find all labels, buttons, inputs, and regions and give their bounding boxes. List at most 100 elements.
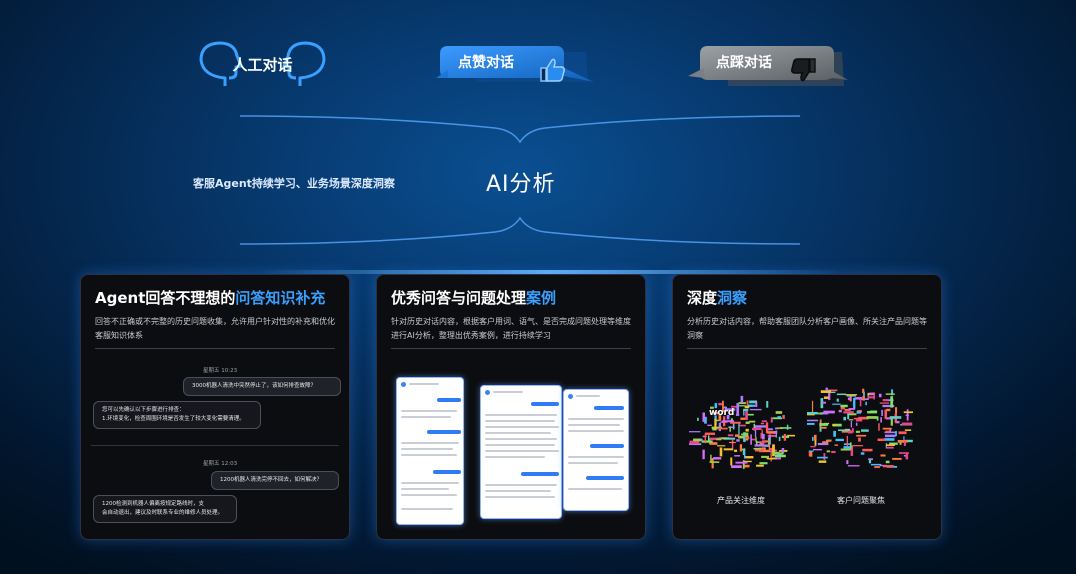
word-cloud-term	[836, 398, 839, 402]
word-cloud-term	[707, 435, 710, 442]
word-cloud-term	[808, 451, 811, 457]
word-cloud-term	[843, 446, 851, 449]
word-cloud-term	[897, 439, 908, 443]
word-cloud-term	[838, 429, 850, 432]
word-cloud-term	[753, 447, 762, 450]
word-cloud-term	[704, 434, 706, 444]
word-cloud-term	[847, 397, 852, 401]
word-cloud-term	[884, 409, 887, 419]
card-divider	[391, 348, 631, 349]
card-description: 针对历史对话内容，根据客户用词、语气、是否完成问题处理等维度进行AI分析，整理出…	[391, 317, 631, 340]
word-cloud-term	[761, 429, 763, 434]
card-description: 分析历史对话内容，帮助客服团队分析客户画像、所关注产品问题等洞察	[687, 317, 927, 340]
word-cloud-term	[722, 420, 735, 423]
word-cloud-term	[787, 434, 795, 437]
word-cloud-term	[856, 411, 861, 414]
word-cloud-term	[890, 396, 894, 408]
word-cloud-term	[817, 456, 828, 459]
ai-analysis-title: AI分析	[486, 172, 556, 197]
word-cloud-term	[710, 454, 712, 463]
word-cloud-term	[835, 438, 844, 442]
card-title-highlight: 案例	[526, 289, 557, 307]
word-cloud-term	[838, 409, 842, 413]
word-cloud-term	[746, 400, 749, 405]
word-cloud-term	[813, 434, 817, 441]
word-cloud-term	[716, 438, 722, 441]
word-cloud-term	[745, 421, 750, 425]
word-cloud-term	[822, 411, 829, 415]
word-cloud-term	[812, 436, 814, 441]
word-cloud-term	[905, 414, 909, 416]
word-cloud-term	[821, 401, 826, 404]
word-cloud-term	[811, 400, 814, 413]
word-cloud-term	[884, 438, 895, 441]
word-cloud-term	[885, 460, 890, 464]
word-cloud-term	[881, 409, 883, 416]
word-cloud-term	[826, 450, 831, 453]
word-cloud-term	[846, 435, 848, 447]
word-cloud-term	[765, 445, 770, 447]
card-title-plain: 优秀问答与问题处理	[391, 289, 527, 307]
word-cloud-term	[862, 448, 873, 452]
word-cloud-term	[807, 419, 819, 422]
word-cloud-term	[777, 416, 782, 419]
card-title-highlight: 问答知识补充	[235, 289, 326, 307]
word-cloud-term	[833, 430, 836, 437]
bot-message-line: 会自动退出，建议及时联系专业的维修人员处理。	[102, 510, 224, 516]
word-cloud-term	[884, 434, 896, 438]
card-title: 深度洞察	[687, 287, 747, 308]
brace-top	[240, 115, 800, 144]
word-cloud-term	[756, 464, 764, 467]
word-cloud-term	[877, 438, 886, 441]
like-dialog-mode: 点赞对话	[436, 42, 596, 92]
human-dialog-mode: 人工对话	[195, 40, 330, 90]
word-cloud-term	[734, 455, 741, 457]
thumbs-down-icon	[791, 58, 816, 82]
word-cloud-term	[843, 411, 854, 414]
word-cloud-term	[889, 416, 902, 419]
bot-message-line: 1200检测到机器人偏离按规定路线时，支	[102, 501, 204, 507]
word-cloud-term	[730, 457, 733, 466]
word-cloud-term	[840, 404, 848, 408]
word-cloud-term	[750, 434, 752, 445]
case-screenshot	[480, 385, 562, 519]
word-cloud-term	[878, 393, 882, 398]
word-cloud-term	[868, 458, 873, 461]
word-cloud-term	[892, 457, 902, 460]
word-cloud-term	[734, 434, 740, 437]
word-cloud-term	[739, 424, 746, 427]
word-cloud-term	[729, 426, 731, 432]
word-cloud-term	[848, 419, 854, 421]
product-focus-label: 产品关注维度	[717, 496, 765, 505]
word-cloud-term	[807, 411, 818, 415]
word-cloud-term	[840, 448, 851, 451]
word-cloud-term	[755, 401, 758, 407]
customer-issue-label: 客户问题聚焦	[837, 496, 885, 505]
bot-message-line: 您可以先确认以下步骤进行排查：	[102, 407, 185, 413]
word-cloud-term	[836, 393, 847, 396]
word-cloud-term	[847, 413, 850, 420]
word-cloud-term	[855, 422, 858, 426]
word-cloud-term	[702, 435, 707, 438]
word-cloud-term	[810, 445, 816, 448]
word-cloud-term	[903, 441, 906, 446]
word-cloud-term	[867, 396, 875, 399]
word-cloud-term	[876, 416, 879, 421]
word-cloud-term	[853, 397, 856, 409]
word-cloud-term	[786, 424, 789, 430]
card-deep-insight: 深度洞察 分析历史对话内容，帮助客服团队分析客户画像、所关注产品问题等洞察 wo…	[672, 274, 942, 540]
card-title: 优秀问答与问题处理案例	[391, 287, 556, 308]
word-cloud-term	[689, 431, 701, 433]
word-cloud-term	[886, 446, 894, 449]
word-cloud-term	[845, 394, 858, 396]
word-cloud-term	[880, 417, 882, 423]
word-cloud-term	[840, 406, 845, 410]
dislike-dialog-mode: 点踩对话	[686, 42, 851, 92]
word-cloud-term	[717, 427, 728, 430]
word-cloud-term	[783, 433, 787, 441]
word-cloud-term	[851, 428, 854, 433]
word-cloud-term	[761, 455, 769, 458]
word-cloud-term	[779, 427, 792, 429]
word-cloud-term	[819, 423, 829, 426]
word-cloud-term	[731, 439, 734, 449]
